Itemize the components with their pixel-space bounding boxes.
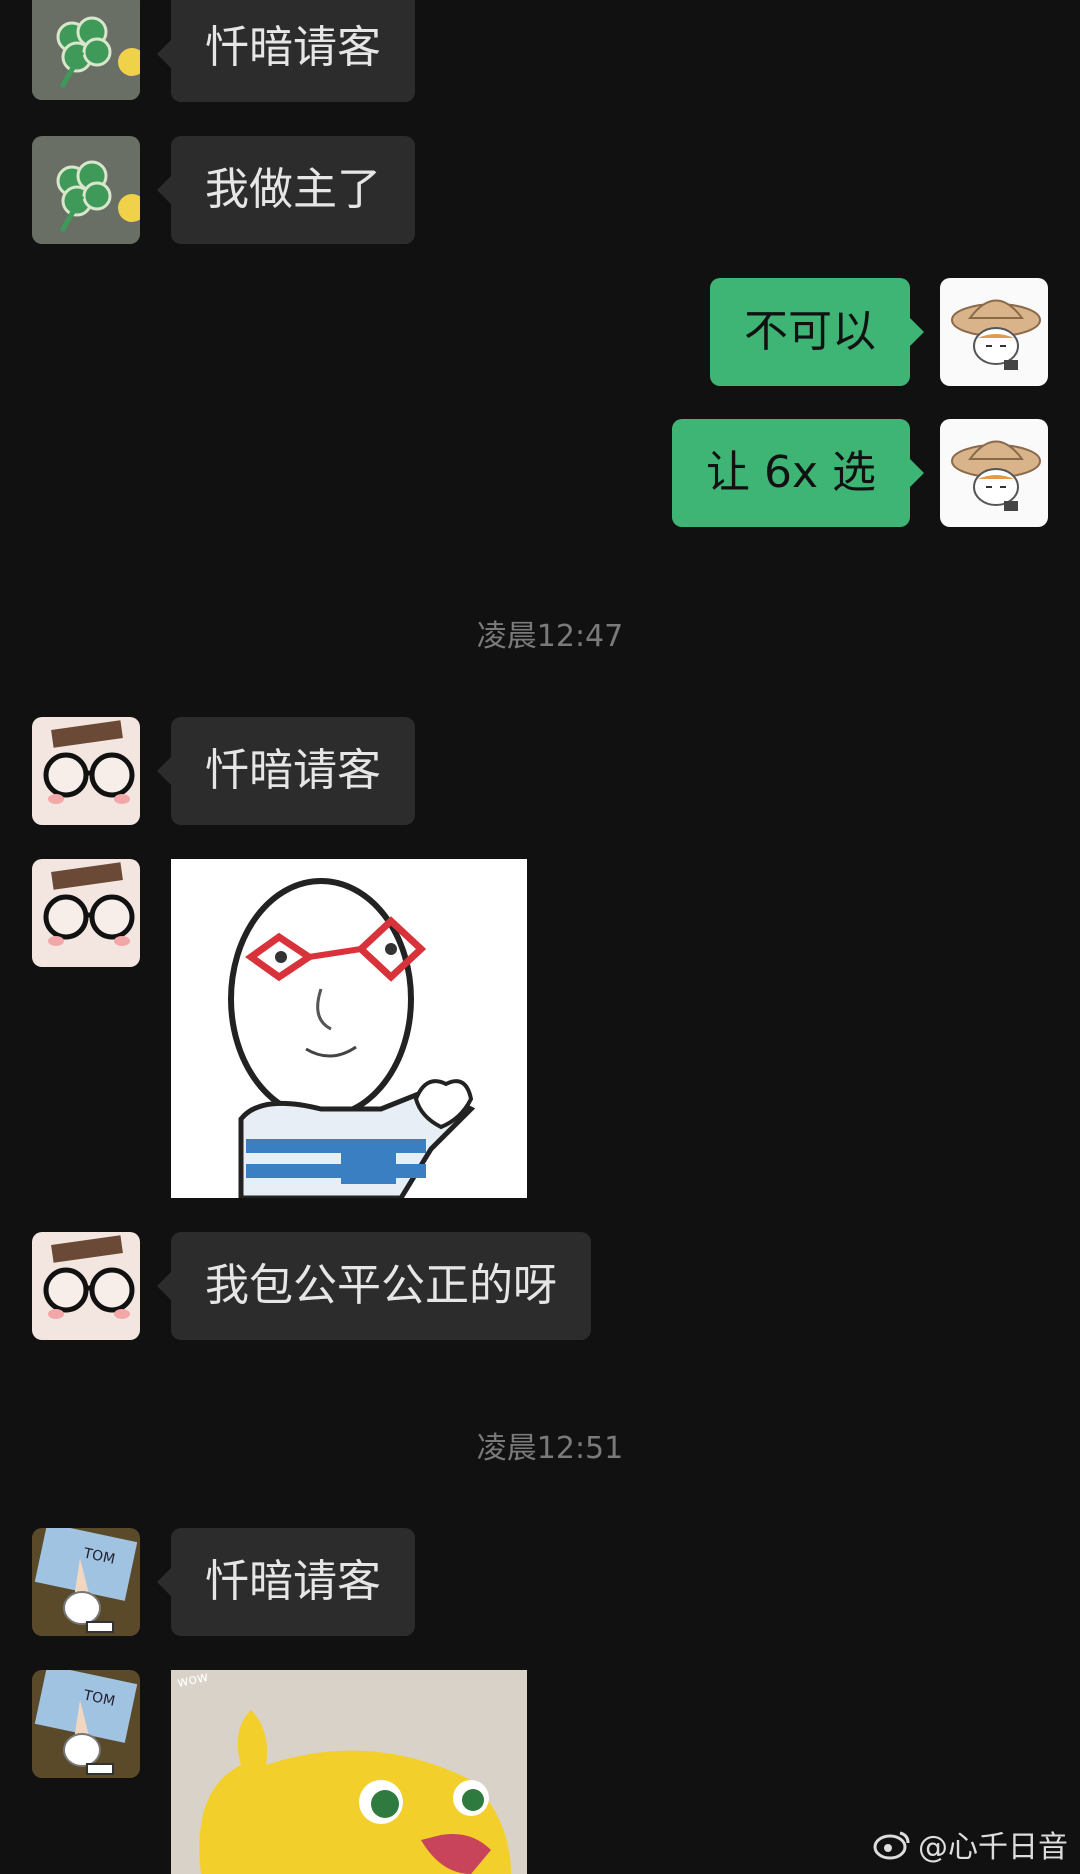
message-bubble-self[interactable]: 让 6x 选 bbox=[671, 419, 925, 527]
self-avatar[interactable] bbox=[940, 419, 1048, 527]
contact-avatar-glasses[interactable] bbox=[32, 717, 140, 825]
message-bubble[interactable]: 忏暗请客 bbox=[157, 1528, 415, 1636]
timestamp: 凌晨12:51 bbox=[476, 1431, 624, 1466]
message-bubble[interactable]: 忏暗请客 bbox=[157, 0, 415, 102]
timestamp: 凌晨12:47 bbox=[476, 619, 624, 654]
yellow-creature-sticker bbox=[171, 1670, 527, 1874]
sticker-heart-hands[interactable] bbox=[171, 859, 527, 1198]
contact-avatar-glasses[interactable] bbox=[32, 1232, 140, 1340]
glasses-face-icon bbox=[32, 859, 140, 967]
contact-avatar-diploma[interactable]: TOM bbox=[32, 1670, 140, 1778]
watermark-text: @心千日音 bbox=[918, 1830, 1068, 1865]
clover-icon bbox=[32, 136, 140, 244]
diploma-dog-icon: TOM bbox=[32, 1670, 140, 1778]
sticker-yellow-creature[interactable]: wow bbox=[171, 1670, 527, 1874]
message-bubble[interactable]: 我做主了 bbox=[157, 136, 415, 244]
diploma-dog-icon: TOM bbox=[32, 1528, 140, 1636]
glasses-face-icon bbox=[32, 717, 140, 825]
straw-hat-dog-icon bbox=[940, 278, 1048, 386]
contact-avatar-clover[interactable] bbox=[32, 136, 140, 244]
self-avatar[interactable] bbox=[940, 278, 1048, 386]
contact-avatar-glasses[interactable] bbox=[32, 859, 140, 967]
watermark: @心千日音 bbox=[872, 1822, 1068, 1866]
meme-face-sticker bbox=[171, 859, 527, 1198]
message-bubble[interactable]: 我包公平公正的呀 bbox=[157, 1232, 591, 1340]
message-bubble-self[interactable]: 不可以 bbox=[710, 278, 924, 386]
contact-avatar-clover[interactable] bbox=[32, 0, 140, 100]
clover-icon bbox=[32, 0, 140, 100]
message-bubble[interactable]: 忏暗请客 bbox=[157, 717, 415, 825]
contact-avatar-diploma[interactable]: TOM bbox=[32, 1528, 140, 1636]
weibo-icon bbox=[873, 1831, 910, 1860]
straw-hat-dog-icon bbox=[940, 419, 1048, 527]
glasses-face-icon bbox=[32, 1232, 140, 1340]
